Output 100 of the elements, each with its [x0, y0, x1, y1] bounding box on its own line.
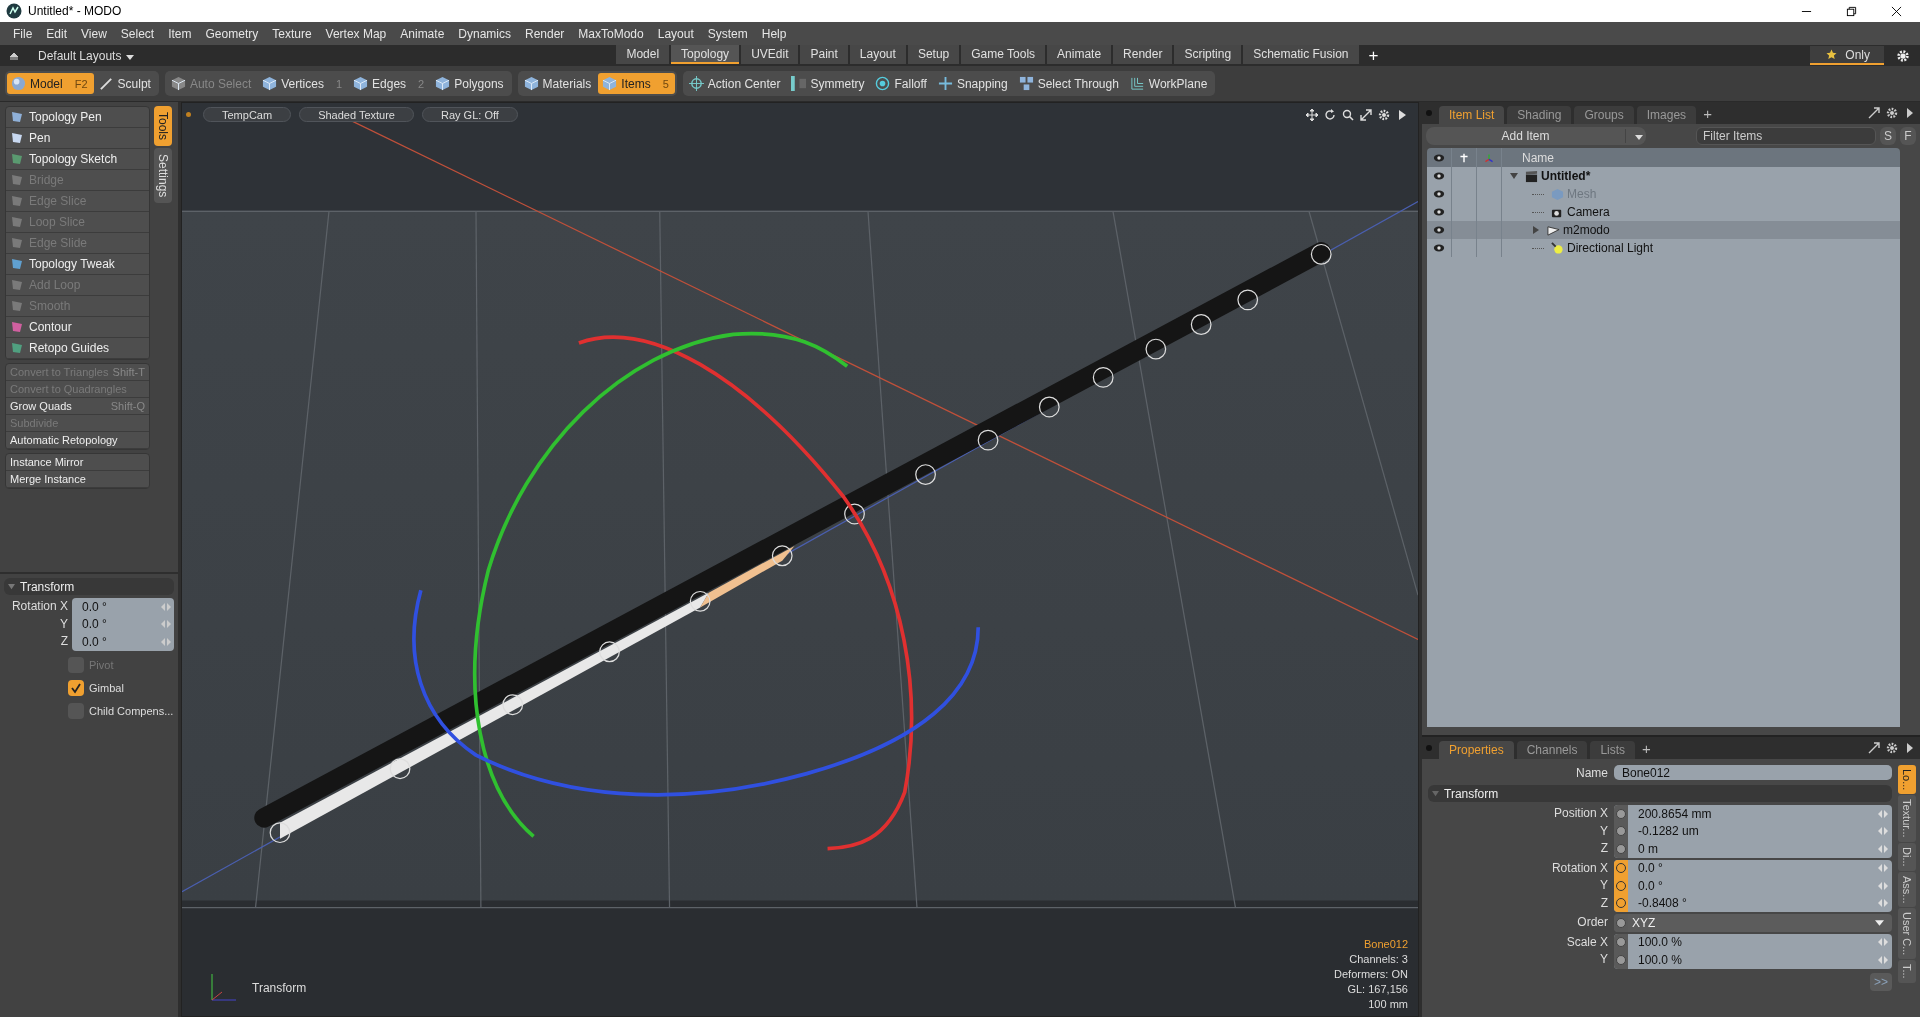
panel-tab[interactable]: Item List [1439, 106, 1505, 124]
value-field[interactable]: 100.0 % [1628, 952, 1892, 967]
side-tab[interactable]: User C... [1898, 908, 1916, 960]
toolbar-button[interactable]: Items 5 [598, 73, 675, 94]
eye-icon[interactable] [1433, 152, 1445, 163]
value-field[interactable]: 0.0 ° [1628, 861, 1892, 876]
tree-row[interactable]: m2modo [1427, 221, 1900, 239]
restore-icon[interactable] [1846, 5, 1857, 17]
menu-item[interactable]: File [6, 24, 40, 43]
pin-icon[interactable] [1458, 152, 1470, 163]
keyframe-toggle[interactable] [1616, 917, 1626, 928]
search-icon[interactable] [1342, 108, 1354, 121]
add-item-dropdown[interactable]: Add Item [1426, 127, 1646, 145]
command-button[interactable]: Instance Mirror [6, 454, 149, 471]
menu-item[interactable]: Animate [393, 24, 452, 43]
side-tab[interactable]: Ass... [1898, 871, 1916, 907]
column-header[interactable]: Name [1502, 150, 1554, 165]
value-field[interactable]: 200.8654 mm [1628, 806, 1892, 821]
panel-tab[interactable]: Images [1636, 106, 1697, 124]
command-button[interactable]: Grow Quads Shift-Q [6, 398, 149, 415]
menu-item[interactable]: Dynamics [451, 24, 518, 43]
value-field[interactable]: 0.0 ° [1628, 878, 1892, 893]
eye-icon[interactable] [1433, 225, 1445, 235]
maximize-icon[interactable] [1360, 108, 1372, 121]
add-tab-button[interactable]: + [1699, 104, 1716, 122]
rotate-icon[interactable] [1324, 108, 1336, 121]
panel-tab[interactable]: Groups [1574, 106, 1634, 124]
keyframe-toggle[interactable] [1616, 937, 1626, 948]
eye-icon[interactable] [1433, 171, 1445, 181]
toolbar-button[interactable]: WorkPlane [1125, 73, 1214, 94]
settings-icon[interactable] [1378, 108, 1390, 121]
viewport[interactable]: TempCam Shaded Texture Ray GL: Off Transform Bone012 Channels: 3 Deformers: ON GL: 167,156 100 mm [181, 102, 1419, 1017]
expanded-arrow-icon[interactable] [1510, 172, 1518, 180]
tree-row[interactable]: Camera [1427, 203, 1900, 221]
rotation-field[interactable]: 0.0 ° [72, 615, 174, 633]
menu-item[interactable]: Select [113, 24, 162, 43]
mode-button[interactable]: Sculpt [94, 73, 157, 94]
menu-item[interactable]: MaxToModo [571, 24, 651, 43]
layout-tab[interactable]: Paint [800, 45, 848, 64]
side-tab[interactable]: Tools [154, 106, 172, 146]
side-tab[interactable]: Settings [154, 148, 172, 204]
eye-icon[interactable] [1433, 243, 1445, 253]
value-field[interactable]: 100.0 % [1628, 935, 1892, 950]
tool-button[interactable]: Pen [6, 128, 149, 149]
side-tab[interactable]: Textur... [1898, 795, 1916, 842]
tree-row[interactable]: Untitled* [1427, 167, 1900, 185]
layout-tab[interactable]: Model [616, 45, 670, 64]
layout-tab[interactable]: Animate [1047, 45, 1112, 64]
toolbar-button[interactable]: Action Center [684, 73, 787, 94]
layout-tab[interactable]: Topology [671, 45, 740, 64]
maximize-icon[interactable] [1868, 107, 1880, 119]
panel-tab[interactable]: Properties [1439, 741, 1514, 759]
value-field[interactable]: -0.1282 um [1628, 824, 1892, 839]
panel-tab[interactable]: Shading [1507, 106, 1572, 124]
rotation-field[interactable]: 0.0 ° [72, 598, 174, 616]
toolbar-button[interactable]: Materials [519, 73, 598, 94]
close-icon[interactable] [1891, 5, 1902, 17]
tool-button[interactable]: Contour [6, 317, 149, 338]
layout-tab[interactable]: UVEdit [741, 45, 799, 64]
menu-item[interactable]: Item [161, 24, 199, 43]
menu-item[interactable]: View [74, 24, 114, 43]
checkbox[interactable] [68, 679, 84, 696]
add-tab-button[interactable]: + [1638, 739, 1655, 757]
collapsed-arrow-icon[interactable] [1532, 226, 1540, 234]
tool-button[interactable]: Topology Pen [6, 107, 149, 128]
layout-tab[interactable]: Render [1113, 45, 1173, 64]
keyframe-toggle[interactable] [1616, 843, 1626, 854]
layout-tab[interactable]: Layout [849, 45, 906, 64]
name-field[interactable]: Bone012 [1614, 765, 1892, 780]
layout-tab[interactable]: Scripting [1174, 45, 1242, 64]
keyframe-toggle[interactable] [1616, 898, 1626, 909]
section-header[interactable]: Transform [4, 578, 174, 595]
mode-button[interactable]: Model F2 [7, 73, 94, 94]
rotation-field[interactable]: 0.0 ° [72, 633, 174, 651]
toolbar-button[interactable]: Snapping [933, 73, 1014, 94]
keyframe-toggle[interactable] [1616, 826, 1626, 837]
toolbar-button[interactable]: Falloff [871, 73, 933, 94]
menu-item[interactable]: Edit [39, 24, 75, 43]
value-field[interactable]: -0.8408 ° [1628, 896, 1892, 911]
side-tab[interactable]: Lo... [1898, 765, 1916, 795]
only-toggle[interactable]: Only [1810, 46, 1884, 65]
viewport-button[interactable]: TempCam [203, 107, 292, 122]
command-button[interactable]: Automatic Retopology [6, 432, 149, 449]
panel-tab[interactable]: Lists [1590, 741, 1636, 759]
menu-item[interactable]: Texture [265, 24, 319, 43]
maximize-icon[interactable] [1868, 742, 1880, 754]
layout-tab[interactable]: Setup [907, 45, 960, 64]
move-icon[interactable] [1306, 108, 1318, 121]
side-tab[interactable]: Di... [1898, 842, 1916, 871]
layout-tab[interactable]: Schematic Fusion [1243, 45, 1359, 64]
toolbar-button[interactable]: Vertices 1 [258, 73, 349, 94]
layout-tab[interactable]: Game Tools [961, 45, 1046, 64]
toolbar-button[interactable]: Symmetry [787, 73, 871, 94]
menu-item[interactable]: Layout [650, 24, 701, 43]
section-header[interactable]: Transform [1428, 785, 1892, 802]
menu-item[interactable]: System [700, 24, 755, 43]
keyframe-toggle[interactable] [1616, 808, 1626, 819]
toolbar-button[interactable]: Polygons [431, 73, 510, 94]
settings-icon[interactable] [1886, 742, 1898, 754]
side-tab[interactable]: T... [1898, 960, 1916, 984]
